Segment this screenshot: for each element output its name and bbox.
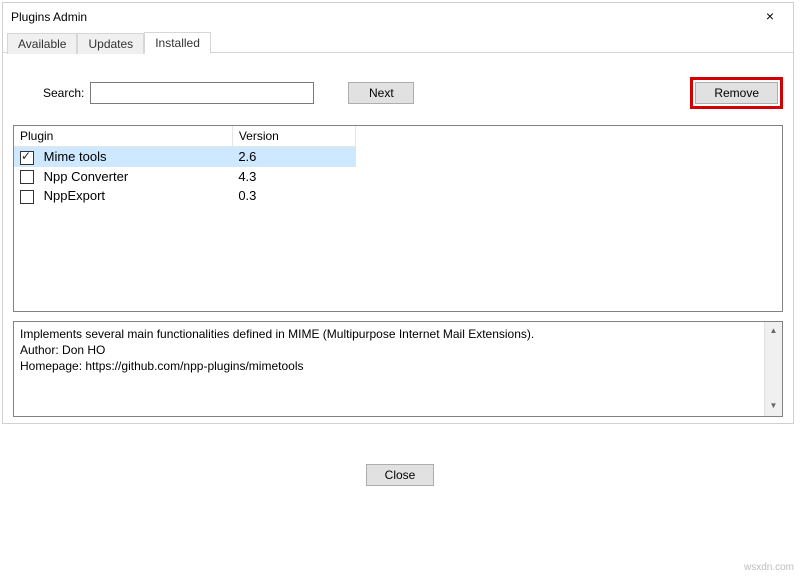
description-text: Implements several main functionalities … <box>14 322 764 416</box>
plugin-version: 4.3 <box>232 167 355 187</box>
tab-available[interactable]: Available <box>7 33 77 54</box>
table-row[interactable]: Mime tools 2.6 <box>14 147 356 167</box>
search-input[interactable] <box>90 82 314 104</box>
remove-highlight: Remove <box>690 77 783 109</box>
search-label: Search: <box>43 86 84 100</box>
titlebar: Plugins Admin × <box>3 3 793 31</box>
col-header-plugin[interactable]: Plugin <box>14 126 232 147</box>
bottom-bar: Close <box>0 426 800 490</box>
scroll-up-icon[interactable]: ▲ <box>766 324 781 339</box>
table-row[interactable]: Npp Converter 4.3 <box>14 167 356 187</box>
plugins-admin-dialog: Plugins Admin × Available Updates Instal… <box>2 2 794 424</box>
plugin-name: Mime tools <box>44 149 107 164</box>
checkbox-icon[interactable] <box>20 170 34 184</box>
plugin-version: 0.3 <box>232 186 355 206</box>
window-title: Plugins Admin <box>11 10 753 24</box>
checkbox-icon[interactable] <box>20 151 34 165</box>
close-icon[interactable]: × <box>753 7 787 27</box>
scroll-down-icon[interactable]: ▼ <box>766 399 781 414</box>
close-button[interactable]: Close <box>366 464 435 486</box>
search-row: Search: Next Remove <box>13 63 783 125</box>
scrollbar[interactable]: ▲ ▼ <box>764 322 782 416</box>
tabs-row: Available Updates Installed <box>3 31 793 53</box>
col-header-version[interactable]: Version <box>232 126 355 147</box>
remove-button[interactable]: Remove <box>695 82 778 104</box>
plugin-name: NppExport <box>44 188 105 203</box>
plugin-name: Npp Converter <box>44 169 129 184</box>
plugin-table-container: Plugin Version Mime tools 2.6 <box>13 125 783 312</box>
tab-updates[interactable]: Updates <box>77 33 144 54</box>
description-box: Implements several main functionalities … <box>13 321 783 417</box>
table-row[interactable]: NppExport 0.3 <box>14 186 356 206</box>
plugin-table: Plugin Version Mime tools 2.6 <box>14 126 356 206</box>
plugin-version: 2.6 <box>232 147 355 167</box>
next-button[interactable]: Next <box>348 82 414 104</box>
content-area: Search: Next Remove Plugin Version <box>3 53 793 423</box>
watermark: wsxdn.com <box>744 562 794 573</box>
checkbox-icon[interactable] <box>20 190 34 204</box>
tab-installed[interactable]: Installed <box>144 32 211 54</box>
